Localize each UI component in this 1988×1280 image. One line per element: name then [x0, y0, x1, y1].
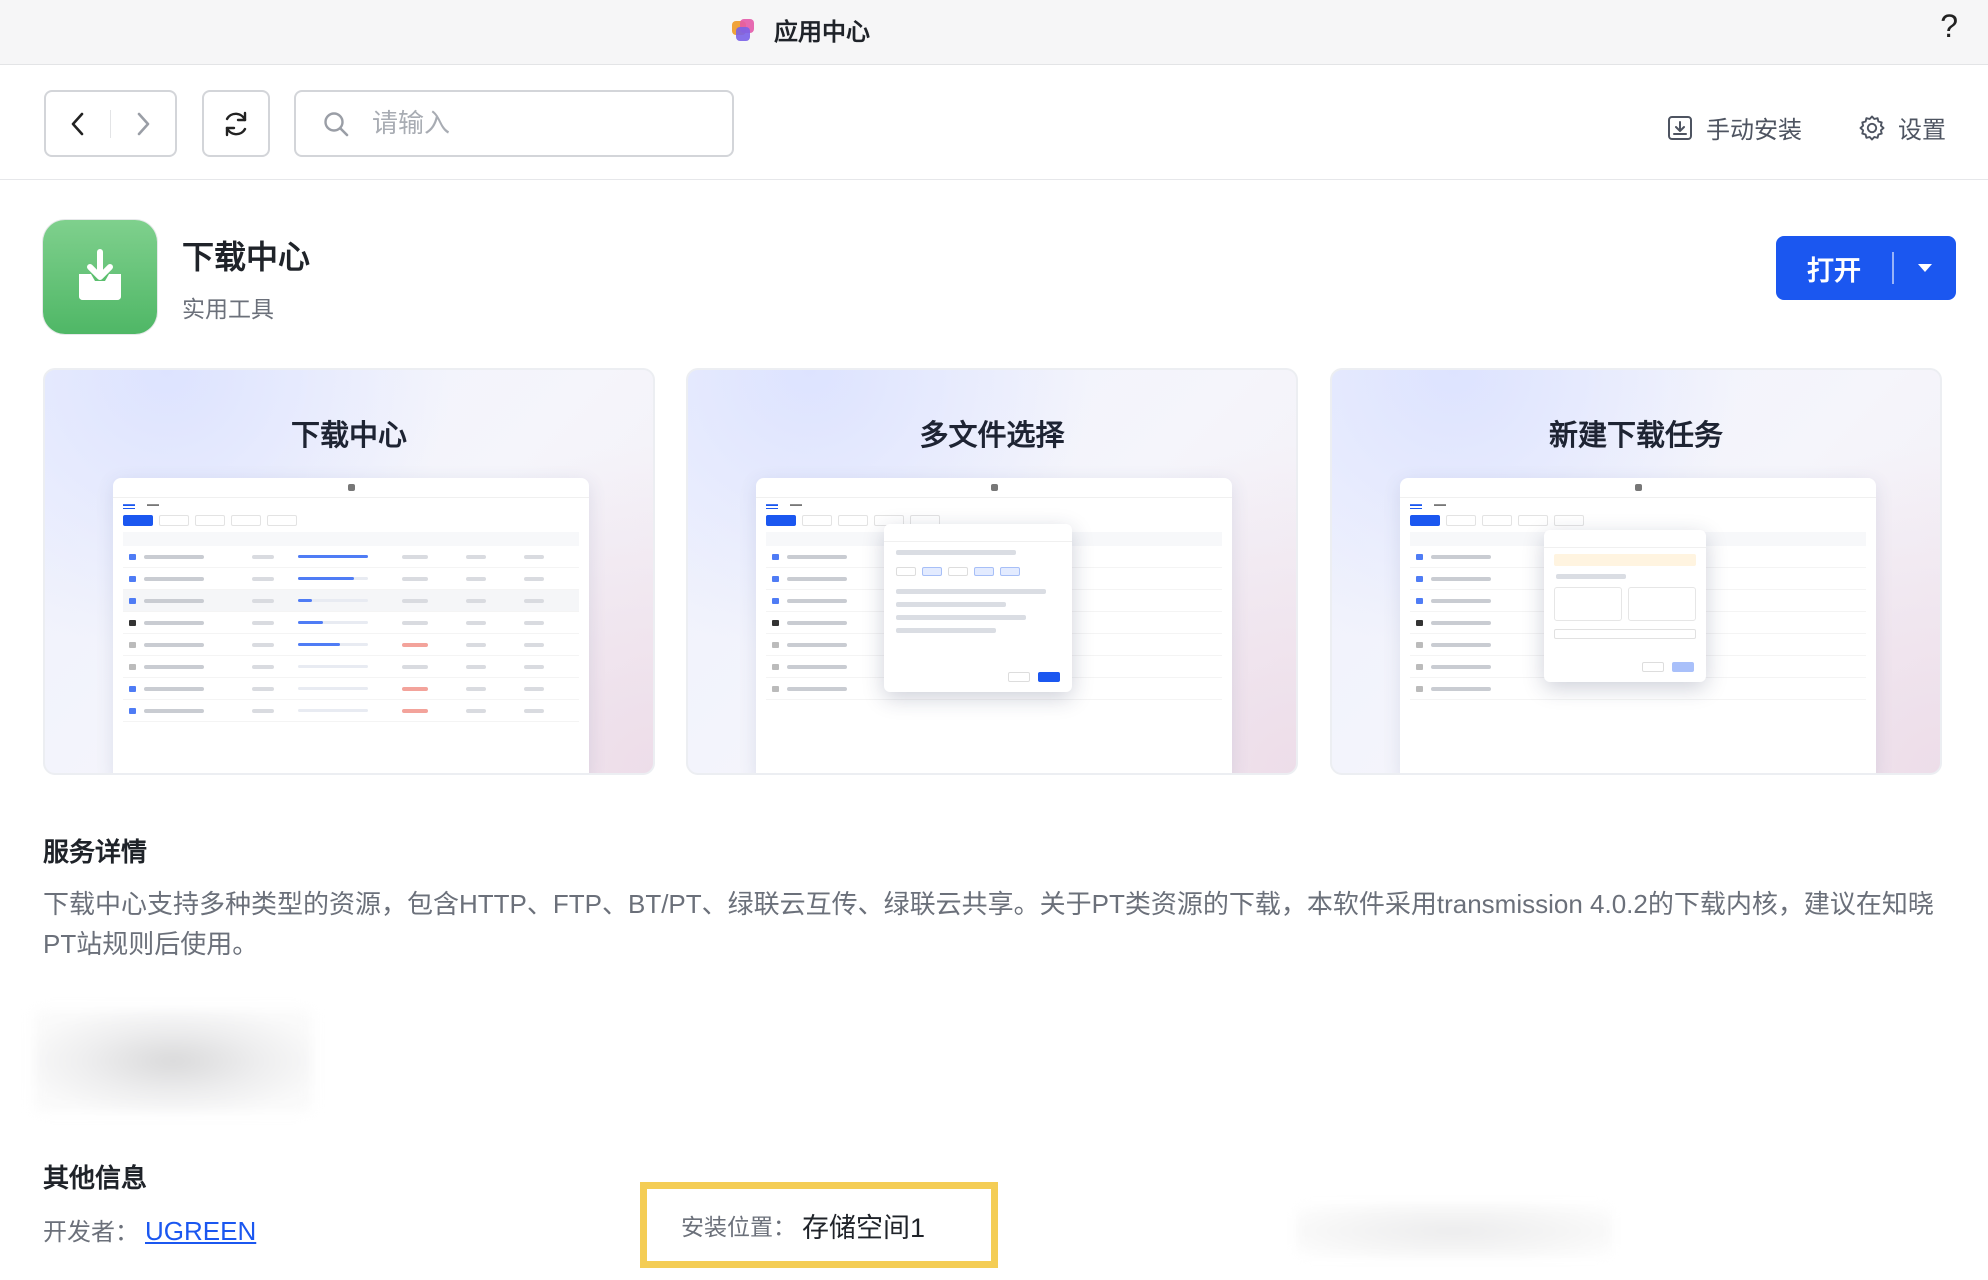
- app-name: 下载中心: [182, 239, 311, 275]
- screenshot-preview-image: ▬▬ ▬▬: [113, 478, 589, 773]
- caret-down-icon: [1918, 264, 1932, 272]
- developer-row: 开发者： UGREEN: [43, 1212, 256, 1247]
- toolbar: 手动安装 设置: [0, 66, 1988, 180]
- install-icon: [1668, 115, 1692, 140]
- open-split-button[interactable]: 打开: [1776, 236, 1956, 300]
- forward-button[interactable]: [111, 92, 175, 155]
- screenshot-card-3[interactable]: 新建下载任务 ▬▬ ▬▬: [1330, 368, 1942, 775]
- install-location-value: 存储空间1: [802, 1212, 926, 1243]
- chevron-left-icon: [71, 112, 84, 135]
- download-tray-icon: [79, 249, 121, 300]
- other-info-title: 其他信息: [43, 1163, 148, 1193]
- refresh-icon: [225, 111, 247, 136]
- nav-button-group: [44, 90, 177, 157]
- install-location-highlight: 安装位置： 存储空间1: [640, 1182, 998, 1268]
- settings-label: 设置: [1898, 117, 1946, 144]
- screenshot-card-2[interactable]: 多文件选择 ▬▬ ▬▬: [686, 368, 1298, 775]
- screenshot-preview-image: ▬▬ ▬▬: [756, 478, 1232, 773]
- back-button[interactable]: [46, 92, 110, 155]
- developer-link[interactable]: UGREEN: [145, 1216, 256, 1247]
- title-bar: 应用中心 ?: [0, 0, 1988, 65]
- manual-install-label: 手动安装: [1706, 117, 1802, 144]
- screenshot-title: 多文件选择: [919, 420, 1065, 452]
- chevron-right-icon: [137, 112, 150, 135]
- help-button[interactable]: ?: [1940, 8, 1958, 45]
- download-center-app-icon: [43, 220, 157, 334]
- blurred-region: [1296, 1204, 1612, 1258]
- settings-button[interactable]: 设置: [1858, 110, 1946, 145]
- app-category: 实用工具: [182, 296, 274, 322]
- window-title-group: 应用中心: [730, 12, 870, 47]
- manual-install-button[interactable]: 手动安装: [1666, 110, 1802, 145]
- screenshot-title: 新建下载任务: [1548, 420, 1723, 452]
- open-button[interactable]: 打开: [1776, 249, 1892, 288]
- screenshot-card-1[interactable]: 下载中心 ▬▬ ▬▬: [43, 368, 655, 775]
- refresh-button[interactable]: [202, 90, 270, 157]
- install-location-label: 安装位置：: [681, 1214, 796, 1240]
- search-icon: [324, 111, 349, 136]
- developer-label: 开发者：: [43, 1219, 139, 1246]
- app-center-logo-icon: [730, 17, 756, 43]
- service-description: 下载中心支持多种类型的资源，包含HTTP、FTP、BT/PT、绿联云互传、绿联云…: [43, 889, 1934, 959]
- search-input[interactable]: [372, 108, 712, 139]
- screenshot-preview-image: ▬▬ ▬▬: [1400, 478, 1876, 773]
- search-box[interactable]: [294, 90, 734, 157]
- gear-icon: [1859, 115, 1885, 140]
- window-title: 应用中心: [774, 19, 870, 46]
- service-details-title: 服务详情: [43, 837, 148, 867]
- open-dropdown-button[interactable]: [1894, 263, 1956, 273]
- screenshot-title: 下载中心: [290, 420, 407, 452]
- blurred-region: [34, 1010, 312, 1112]
